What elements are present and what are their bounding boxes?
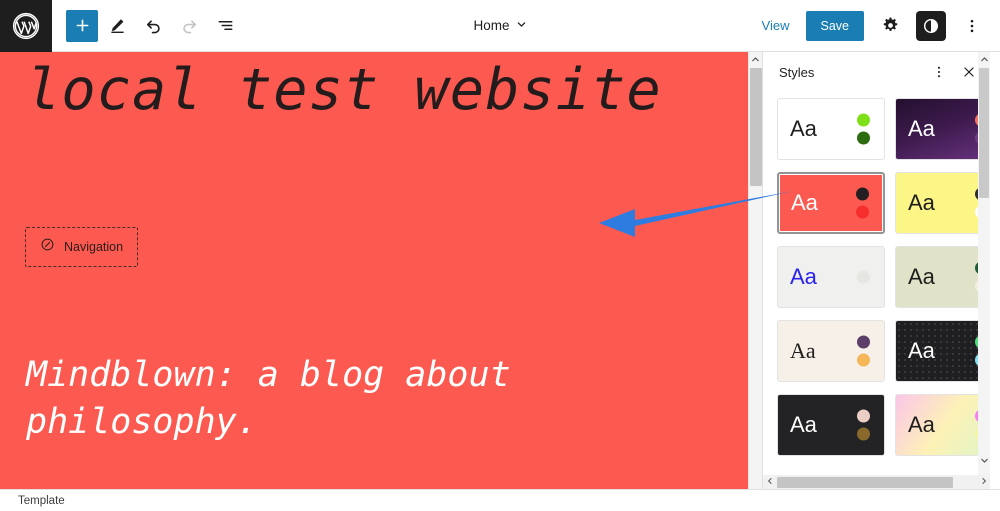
style-variation-sample-text: Aa [790,264,817,289]
style-variation-sample-text: Aa [790,412,817,437]
toolbar-right-group: View Save [756,10,1000,42]
styles-panel-vertical-scrollbar[interactable] [978,52,990,489]
toolbar-left-group [52,9,242,43]
style-variation-color-dots [857,113,870,145]
status-bar-label: Template [18,494,65,507]
add-block-button[interactable] [66,9,98,42]
scrollbar-track[interactable] [777,476,977,488]
style-variation-sage-green[interactable]: Aa [895,246,990,308]
navigation-block-label: Navigation [64,240,124,254]
navigation-compass-icon [40,237,55,257]
style-variation-sample-text: Aa [908,264,935,289]
style-variation-dark-purple[interactable]: Aa [895,98,990,160]
site-title-block[interactable]: local test website [26,57,662,123]
color-dot [857,353,870,367]
style-variation-charcoal-warm[interactable]: Aa [777,394,885,456]
style-variations-grid: Aa Aa Aa Aa Aa Aa Aa Aa Aa Aa [763,92,990,466]
style-variation-cream-serif[interactable]: Aa [777,320,885,382]
document-title-label: Home [473,18,510,33]
style-variation-sample-text: Aa [908,116,935,141]
editor-canvas-area: local test website Navigation Mindblown:… [0,52,762,489]
style-variation-sample-text: Aa [908,338,935,363]
style-variation-default-white[interactable]: Aa [777,98,885,160]
style-variation-pastel-gradient[interactable]: Aa [895,394,990,456]
wordpress-site-editor: Home View Save local test website Naviga… [0,0,1000,511]
chevron-up-icon[interactable] [749,52,762,66]
chevron-right-icon[interactable] [977,477,990,487]
style-variation-coral-red[interactable]: Aa [777,172,885,234]
style-variation-sample-text: Aa [790,116,817,141]
styles-sidebar-panel: Styles Aa Aa Aa Aa Aa Aa Aa Aa Aa Aa [762,52,990,489]
navigation-block-placeholder[interactable]: Navigation [25,227,139,267]
save-button[interactable]: Save [805,10,864,41]
gear-icon[interactable] [874,10,906,42]
styles-panel-title: Styles [779,64,815,80]
style-variation-sample-text: Aa [791,190,818,215]
color-dot [857,113,870,127]
style-variation-pale-yellow[interactable]: Aa [895,172,990,234]
style-variation-color-dots [856,187,869,219]
editor-toolbar: Home View Save [0,0,1000,52]
style-variation-dark-dotted[interactable]: Aa [895,320,990,382]
chevron-down-icon [516,18,527,33]
style-variation-color-dots [857,335,870,367]
list-view-button[interactable] [208,9,242,43]
undo-button[interactable] [136,9,170,43]
color-dot [857,335,870,349]
color-dot [856,205,869,219]
style-variation-light-grey-blue-type[interactable]: Aa [777,246,885,308]
chevron-up-icon[interactable] [978,52,990,66]
scrollbar-thumb[interactable] [777,476,953,488]
style-variation-sample-text: Aa [908,190,935,215]
chevron-down-icon[interactable] [978,453,990,467]
view-link[interactable]: View [756,14,796,37]
style-variation-sample-text: Aa [790,338,816,363]
styles-panel-horizontal-scrollbar[interactable] [763,475,990,489]
editor-status-bar: Template [0,489,1000,511]
more-vertical-dots-icon[interactable] [956,10,988,42]
color-dot [857,427,870,441]
styles-more-menu-button[interactable] [926,59,952,85]
template-canvas[interactable]: local test website Navigation Mindblown:… [0,52,752,489]
style-variation-color-dots [857,270,870,284]
document-title-dropdown[interactable]: Home [473,18,526,33]
styles-panel-header: Styles [763,52,990,92]
scrollbar-thumb[interactable] [750,68,762,186]
style-variation-sample-text: Aa [908,412,935,437]
style-variation-color-dots [857,409,870,441]
color-dot [857,131,870,145]
canvas-vertical-scrollbar[interactable] [748,52,762,489]
edit-mode-button[interactable] [100,9,134,43]
redo-button[interactable] [172,9,206,43]
wordpress-logo-icon[interactable] [0,0,52,52]
chevron-left-icon[interactable] [763,477,777,487]
color-dot [857,270,870,284]
color-dot [856,187,869,201]
color-dot [857,409,870,423]
tagline-paragraph-block[interactable]: Mindblown: a blog about philosophy. [26,352,626,445]
scrollbar-thumb[interactable] [979,68,989,198]
contrast-half-circle-icon[interactable] [916,10,946,41]
